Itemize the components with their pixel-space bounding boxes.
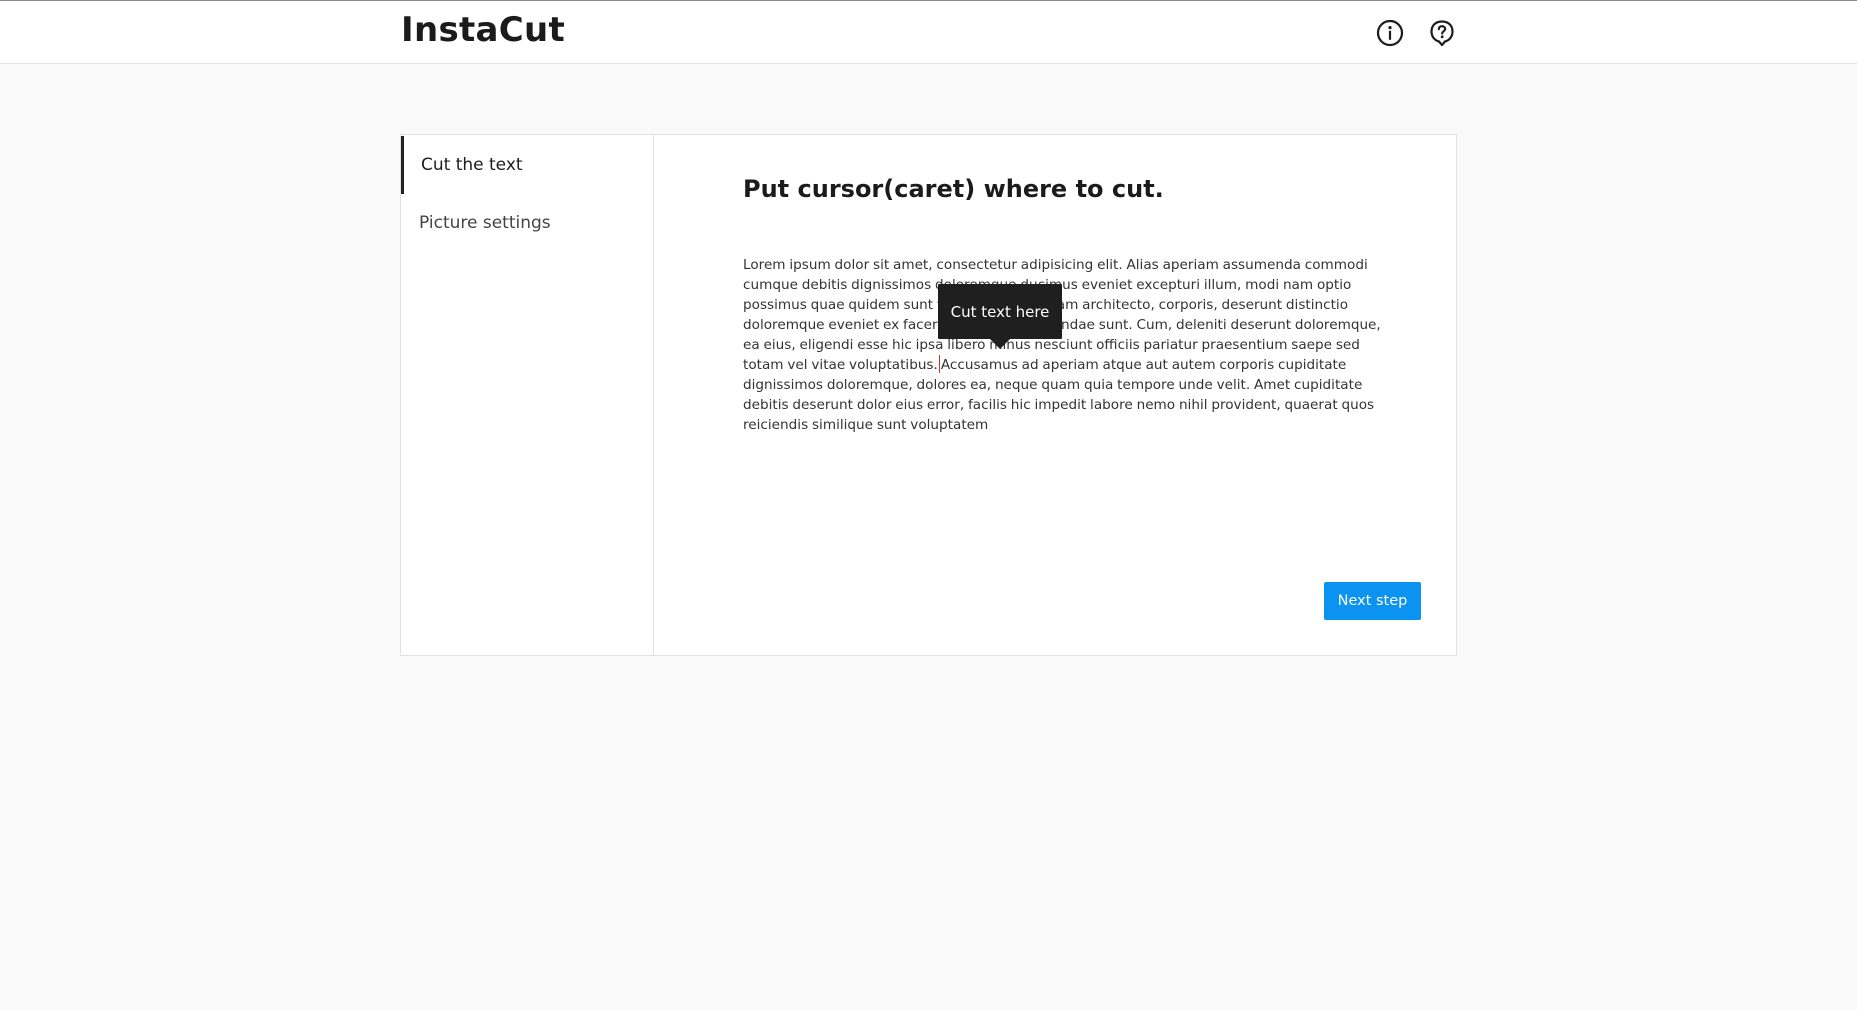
next-step-button[interactable]: Next step: [1324, 582, 1421, 620]
help-icon[interactable]: [1428, 19, 1456, 47]
info-icon[interactable]: [1376, 19, 1404, 47]
tooltip-arrow: [990, 339, 1010, 349]
sidebar-item-label: Cut the text: [421, 155, 523, 175]
tooltip-label: Cut text here: [950, 302, 1050, 321]
main-content: Put cursor(caret) where to cut. Lorem ip…: [655, 135, 1457, 655]
sidebar-item-label: Picture settings: [419, 213, 551, 233]
cut-text-area[interactable]: Lorem ipsum dolor sit amet, consectetur …: [743, 255, 1383, 435]
sidebar-item-picture-settings[interactable]: Picture settings: [401, 194, 653, 252]
app-logo: InstaCut: [401, 10, 566, 50]
top-bar: InstaCut: [0, 0, 1857, 64]
cut-tooltip: Cut text here: [938, 284, 1062, 349]
wizard-card: Cut the text Picture settings Put cursor…: [400, 134, 1457, 656]
page-title: Put cursor(caret) where to cut.: [743, 175, 1164, 203]
text-caret: [938, 355, 940, 373]
sidebar-item-cut-text[interactable]: Cut the text: [401, 136, 653, 194]
steps-sidebar: Cut the text Picture settings: [401, 135, 654, 655]
